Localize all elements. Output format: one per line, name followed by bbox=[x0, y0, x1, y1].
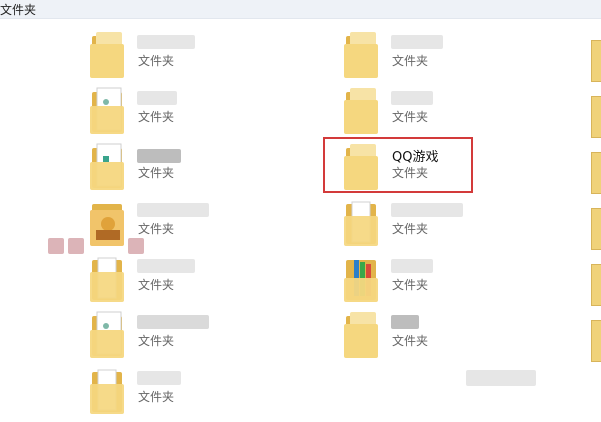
item-type: 文件夹 bbox=[392, 334, 429, 348]
folder-item[interactable]: 文件夹 bbox=[342, 310, 532, 366]
item-type: 文件夹 bbox=[138, 166, 175, 180]
folder-icon bbox=[90, 32, 124, 78]
item-type: 文件夹 bbox=[138, 334, 175, 348]
folder-with-paper-icon bbox=[90, 369, 124, 414]
folder-with-paper-icon bbox=[90, 257, 124, 302]
folder-item[interactable]: 文件夹 bbox=[342, 86, 532, 142]
folder-item[interactable]: 文件夹 bbox=[88, 366, 278, 422]
partial-folder-icon bbox=[591, 320, 601, 362]
partial-folder-icon bbox=[591, 152, 601, 194]
partial-folder-icon bbox=[591, 40, 601, 82]
item-type: 文件夹 bbox=[138, 110, 175, 124]
header-label: 文件夹 bbox=[0, 3, 37, 17]
partial-folder-icon bbox=[591, 96, 601, 138]
item-type: 文件夹 bbox=[138, 54, 175, 68]
folder-icon bbox=[344, 88, 378, 134]
window-header: 文件夹 bbox=[0, 0, 601, 19]
folder-item[interactable]: 文件夹 bbox=[342, 254, 532, 310]
folder-with-document-icon bbox=[90, 311, 124, 358]
item-type: 文件夹 bbox=[138, 222, 175, 236]
folder-icon bbox=[344, 312, 378, 358]
partial-folder-icon bbox=[591, 264, 601, 306]
item-type: 文件夹 bbox=[138, 390, 175, 404]
highlight-frame bbox=[323, 137, 473, 193]
folder-with-paper-icon bbox=[344, 201, 378, 246]
folder-with-document-icon bbox=[90, 143, 124, 190]
item-type: 文件夹 bbox=[138, 278, 175, 292]
folder-item[interactable]: 文件夹 bbox=[88, 142, 278, 198]
folder-with-books-icon bbox=[344, 260, 378, 302]
folder-with-app-icon bbox=[90, 204, 124, 246]
partial-folder-icon bbox=[591, 208, 601, 250]
item-type: 文件夹 bbox=[392, 110, 429, 124]
item-type: 文件夹 bbox=[392, 54, 429, 68]
folder-with-document-icon bbox=[90, 87, 124, 134]
item-type: 文件夹 bbox=[392, 222, 429, 236]
item-type: 文件夹 bbox=[392, 278, 429, 292]
folder-icon bbox=[344, 32, 378, 78]
folder-item[interactable]: 文件夹 bbox=[88, 86, 278, 142]
